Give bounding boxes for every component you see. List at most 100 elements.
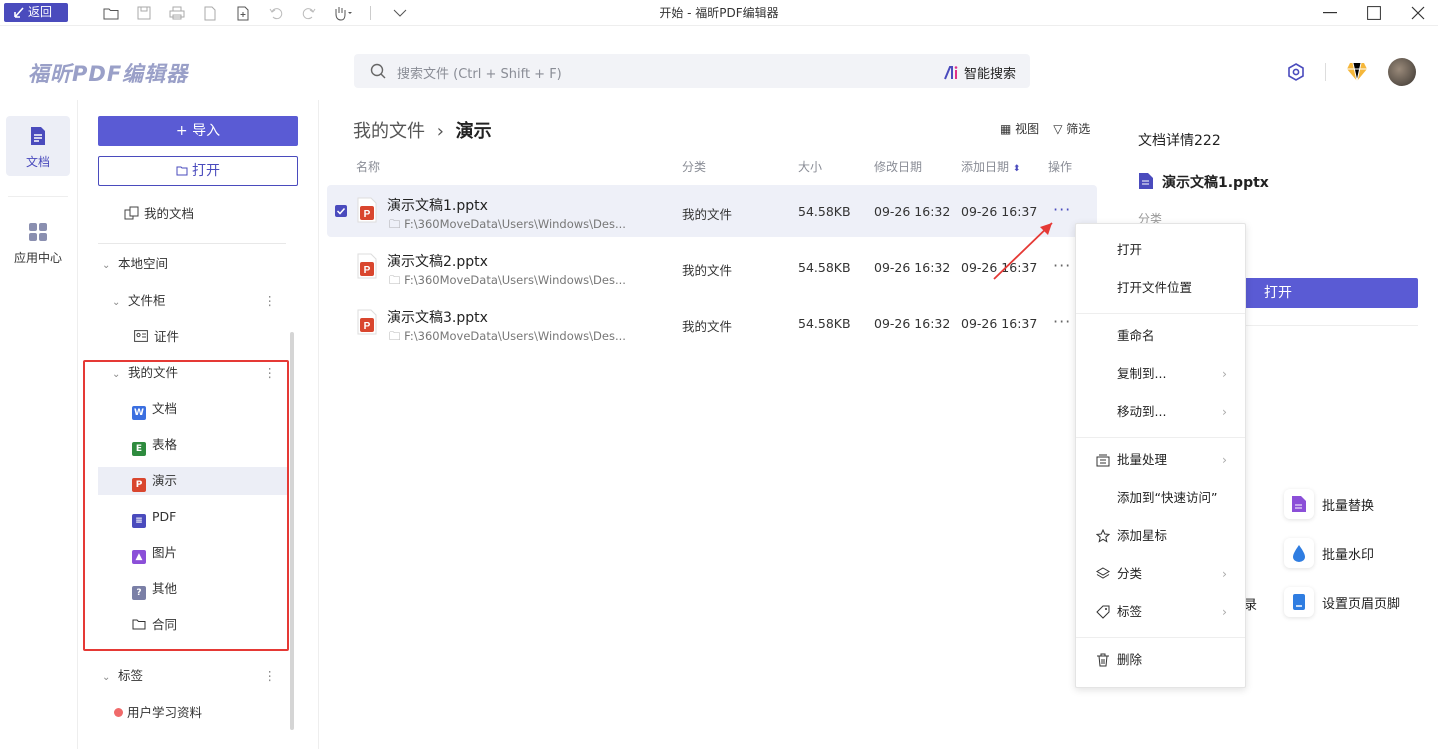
file-path-text: F:\360MoveData\Users\Windows\Des...: [404, 329, 626, 343]
open-button[interactable]: 打开: [98, 156, 298, 186]
file-category: 我的文件: [682, 319, 733, 334]
header-divider: [1325, 63, 1326, 81]
batch-replace-icon: [1284, 489, 1314, 519]
panel-divider: [318, 100, 319, 749]
file-path: 🗀 F:\360MoveData\Users\Windows\Des...: [389, 329, 626, 348]
menu-copy-to[interactable]: 复制到... ›: [1076, 360, 1245, 388]
file-name[interactable]: 演示文稿1.pptx: [387, 195, 488, 215]
svg-text:P: P: [364, 321, 371, 332]
menu-label: 复制到...: [1117, 366, 1167, 381]
table-row[interactable]: P 演示文稿2.pptx 🗀 F:\360MoveData\Users\Wind…: [327, 241, 1097, 293]
ppt-file-icon: P: [357, 253, 377, 279]
menu-rename[interactable]: 重命名: [1076, 322, 1245, 350]
menu-delete[interactable]: 删除: [1076, 646, 1245, 674]
col-header-category[interactable]: 分类: [682, 158, 706, 175]
file-category: 我的文件: [682, 207, 733, 222]
watermark-icon: [1284, 538, 1314, 568]
chevron-right-icon: ›: [1222, 566, 1227, 581]
search-input[interactable]: 搜索文件 (Ctrl + Shift + F) 智能搜索: [354, 54, 1030, 88]
minimize-icon[interactable]: [1320, 4, 1340, 22]
table-row[interactable]: P 演示文稿1.pptx 🗀 F:\360MoveData\Users\Wind…: [327, 185, 1097, 237]
sidebar-item-cabinet[interactable]: ⌄ 文件柜 ⋮: [98, 287, 288, 315]
more-icon[interactable]: ⋮: [264, 662, 277, 690]
menu-divider: [1076, 313, 1245, 314]
menu-label: 批量处理: [1117, 452, 1168, 467]
nav-divider: [8, 196, 68, 197]
breadcrumb: 我的文件 › 演示: [353, 117, 492, 143]
menu-divider: [1076, 637, 1245, 638]
chevron-down-icon: ⌄: [102, 260, 111, 271]
avatar[interactable]: [1388, 58, 1416, 86]
col-header-name[interactable]: 名称: [356, 158, 380, 175]
more-icon[interactable]: ⋮: [264, 287, 277, 315]
ai-search-label: 智能搜索: [963, 67, 1016, 82]
sidebar-item-tag[interactable]: 用户学习资料: [98, 699, 288, 727]
file-modified: 09-26 16:32: [874, 316, 951, 331]
filter-label: 筛选: [1066, 122, 1091, 136]
document-icon: [31, 127, 45, 145]
more-actions-icon[interactable]: ···: [1053, 312, 1071, 331]
nav-app-center[interactable]: 应用中心: [6, 212, 70, 272]
sidebar-divider: [98, 243, 286, 244]
file-path: 🗀 F:\360MoveData\Users\Windows\Des...: [389, 273, 626, 292]
tool-header-footer[interactable]: 设置页眉页脚: [1284, 587, 1400, 617]
annotation-arrow: [993, 222, 1053, 280]
tag-icon: [1096, 605, 1110, 619]
settings-icon[interactable]: [1287, 63, 1305, 81]
file-modified: 09-26 16:32: [874, 260, 951, 275]
details-panel: 文档详情222 演示文稿1.pptx 分类: [1138, 130, 1418, 226]
sidebar-item-local-space[interactable]: ⌄ 本地空间: [98, 250, 288, 278]
menu-move-to[interactable]: 移动到... ›: [1076, 398, 1245, 426]
chevron-right-icon: ›: [1222, 366, 1227, 381]
sidebar-item-certificate[interactable]: 证件: [98, 323, 288, 351]
menu-tag[interactable]: 标签 ›: [1076, 598, 1245, 626]
file-modified: 09-26 16:32: [874, 204, 951, 219]
sidebar-scrollbar[interactable]: [290, 332, 294, 730]
col-header-actions: 操作: [1048, 160, 1073, 174]
menu-open[interactable]: 打开: [1076, 236, 1245, 264]
document-icon: [1139, 173, 1153, 189]
table-row[interactable]: P 演示文稿3.pptx 🗀 F:\360MoveData\Users\Wind…: [327, 297, 1097, 349]
view-button[interactable]: ▦ 视图: [1000, 120, 1039, 137]
batch-icon: [1096, 454, 1110, 467]
menu-label: 分类: [1117, 566, 1143, 581]
col-header-size[interactable]: 大小: [798, 158, 822, 175]
breadcrumb-parent[interactable]: 我的文件: [353, 121, 425, 142]
close-icon[interactable]: [1408, 4, 1428, 22]
menu-open-location[interactable]: 打开文件位置: [1076, 274, 1245, 302]
vip-diamond-icon[interactable]: [1346, 62, 1368, 82]
maximize-icon[interactable]: [1364, 4, 1384, 22]
row-checkbox[interactable]: [335, 205, 347, 217]
file-path: 🗀 F:\360MoveData\Users\Windows\Des...: [389, 217, 626, 236]
menu-label: 移动到...: [1117, 404, 1167, 419]
folder-icon: 🗀: [389, 273, 401, 287]
menu-batch[interactable]: 批量处理 ›: [1076, 446, 1245, 474]
filter-icon: ▽: [1053, 122, 1063, 136]
search-icon: [370, 63, 386, 79]
col-header-added[interactable]: 添加日期 ⬍: [961, 158, 1020, 175]
local-space-label: 本地空间: [118, 256, 169, 271]
import-button[interactable]: + 导入: [98, 116, 298, 146]
view-grid-icon: ▦: [1000, 122, 1012, 136]
menu-classify[interactable]: 分类 ›: [1076, 560, 1245, 588]
menu-add-star[interactable]: 添加星标: [1076, 522, 1245, 550]
tool-batch-replace[interactable]: 批量替换: [1284, 489, 1374, 519]
col-header-modified[interactable]: 修改日期: [874, 158, 922, 175]
sidebar-item-tags[interactable]: ⌄ 标签 ⋮: [98, 662, 288, 690]
nav-docs[interactable]: 文档: [6, 116, 70, 176]
menu-label: 标签: [1117, 604, 1143, 619]
tool-batch-watermark[interactable]: 批量水印: [1284, 538, 1374, 568]
layers-icon: [1096, 567, 1110, 579]
menu-label: 删除: [1117, 652, 1143, 667]
svg-text:P: P: [364, 265, 371, 276]
ppt-file-icon: P: [357, 309, 377, 335]
ai-search-button[interactable]: 智能搜索: [944, 63, 1016, 82]
menu-divider: [1076, 437, 1245, 438]
cabinet-label: 文件柜: [128, 293, 166, 308]
sidebar-item-my-docs[interactable]: 我的文档: [98, 200, 288, 228]
filter-button[interactable]: ▽ 筛选: [1053, 120, 1090, 137]
sort-icon: ⬍: [1012, 164, 1021, 174]
file-name[interactable]: 演示文稿3.pptx: [387, 307, 488, 327]
file-name[interactable]: 演示文稿2.pptx: [387, 251, 488, 271]
menu-add-quick-access[interactable]: 添加到“快速访问”: [1076, 484, 1245, 512]
